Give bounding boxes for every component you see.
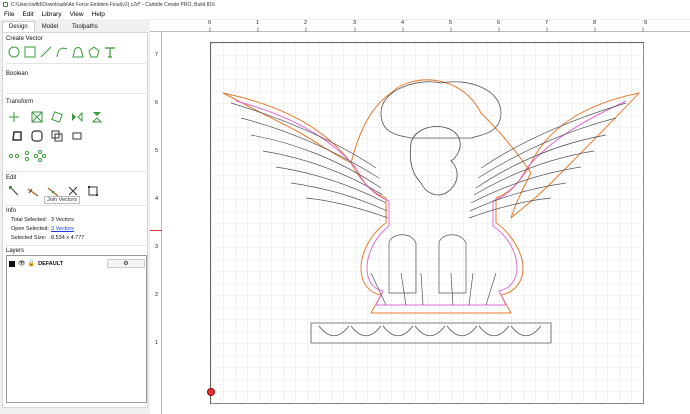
create-vector-heading: Create Vector <box>6 36 43 42</box>
title-bar: C:\Users\wftd\Downloads\Air Force Emblem… <box>0 0 690 9</box>
tab-design[interactable]: Design <box>2 21 35 32</box>
group-tool-icon[interactable] <box>51 130 63 142</box>
align-tool-icon[interactable] <box>71 130 83 142</box>
tab-model[interactable]: Model <box>35 21 65 32</box>
text-tool-icon[interactable] <box>104 46 116 58</box>
menu-edit[interactable]: Edit <box>22 11 33 18</box>
scale-tool-icon[interactable] <box>31 111 43 123</box>
menu-bar: File Edit Library View Help <box>0 9 690 19</box>
curve-tool-icon[interactable] <box>72 46 84 58</box>
eye-icon[interactable]: 👁 <box>18 260 26 267</box>
circle-tool-icon[interactable] <box>8 46 20 58</box>
open-selected-label: Open Selected: <box>11 226 49 232</box>
selected-size-row: Selected Size: 8.534 x 4.777 <box>11 235 84 241</box>
ruler-y-4: 4 <box>155 196 159 202</box>
line-tool-icon[interactable] <box>40 46 52 58</box>
design-canvas[interactable]: 0 1 2 3 4 5 6 7 8 9 7 6 5 4 3 2 1 <box>150 20 690 414</box>
layer-row[interactable]: 👁 🔓 DEFAULT ⚙ <box>9 259 145 268</box>
ruler-cursor-marker <box>150 230 162 231</box>
offset-tool-icon[interactable] <box>11 130 23 142</box>
menu-library[interactable]: Library <box>42 11 62 18</box>
layer-color-swatch[interactable] <box>9 260 15 267</box>
polygon-tool-icon[interactable] <box>88 46 100 58</box>
app-icon <box>3 2 8 7</box>
open-selected-link[interactable]: 3 Vectors <box>51 226 74 232</box>
align-dots-2-icon[interactable] <box>21 150 33 162</box>
info-heading: Info <box>6 208 17 214</box>
boolean-heading: Boolean <box>6 71 29 77</box>
ruler-y-5: 5 <box>155 148 159 154</box>
trim-vector-icon[interactable] <box>27 185 39 197</box>
total-selected-value: 3 Vectors <box>51 217 74 223</box>
menu-file[interactable]: File <box>4 11 14 18</box>
move-tool-icon[interactable] <box>8 111 20 123</box>
total-selected-label: Total Selected: <box>11 217 48 223</box>
rotate-tool-icon[interactable] <box>51 111 63 123</box>
mode-tabs: Design Model Toolpaths <box>0 20 150 32</box>
node-edit-icon[interactable] <box>8 185 20 197</box>
selected-size-value: 8.534 x 4.777 <box>51 235 85 241</box>
lock-icon[interactable]: 🔓 <box>28 260 35 267</box>
gear-icon: ⚙ <box>123 261 129 267</box>
ruler-y-1: 1 <box>155 340 159 346</box>
stock-grid[interactable] <box>210 42 645 405</box>
layers-list: 👁 🔓 DEFAULT ⚙ <box>6 255 147 403</box>
ruler-y-7: 7 <box>155 52 159 58</box>
transform-heading: Transform <box>6 99 34 105</box>
edit-heading: Edit <box>6 175 17 181</box>
menu-help[interactable]: Help <box>92 11 105 18</box>
selected-size-label: Selected Size: <box>11 235 47 241</box>
vertical-ruler: 7 6 5 4 3 2 1 <box>150 32 162 414</box>
align-dots-3-icon[interactable] <box>34 150 46 162</box>
join-vectors-tooltip: Join Vectors <box>44 196 80 204</box>
layer-name: DEFAULT <box>38 260 64 267</box>
total-selected-row: Total Selected: 3 Vectors <box>11 217 74 223</box>
tab-toolpaths[interactable]: Toolpaths <box>65 21 105 32</box>
open-selected-row: Open Selected: 3 Vectors <box>11 226 74 232</box>
ruler-y-3: 3 <box>155 244 159 250</box>
menu-view[interactable]: View <box>70 11 84 18</box>
layer-settings-button[interactable]: ⚙ <box>107 259 145 268</box>
polyline-tool-icon[interactable] <box>56 46 68 58</box>
window-title: C:\Users\wftd\Downloads\Air Force Emblem… <box>11 1 215 8</box>
fillet-tool-icon[interactable] <box>31 130 43 142</box>
mirror-vertical-icon[interactable] <box>91 111 103 123</box>
origin-marker-icon <box>207 388 215 396</box>
horizontal-ruler: 0 1 2 3 4 5 6 7 8 9 <box>150 20 690 32</box>
layers-heading: Layers <box>6 248 25 254</box>
rectangle-tool-icon[interactable] <box>24 46 36 58</box>
bounding-box-icon[interactable] <box>87 185 99 197</box>
ruler-y-6: 6 <box>155 100 159 106</box>
mirror-horizontal-icon[interactable] <box>71 111 83 123</box>
align-dots-1-icon[interactable] <box>8 150 20 162</box>
ruler-y-2: 2 <box>155 292 159 298</box>
